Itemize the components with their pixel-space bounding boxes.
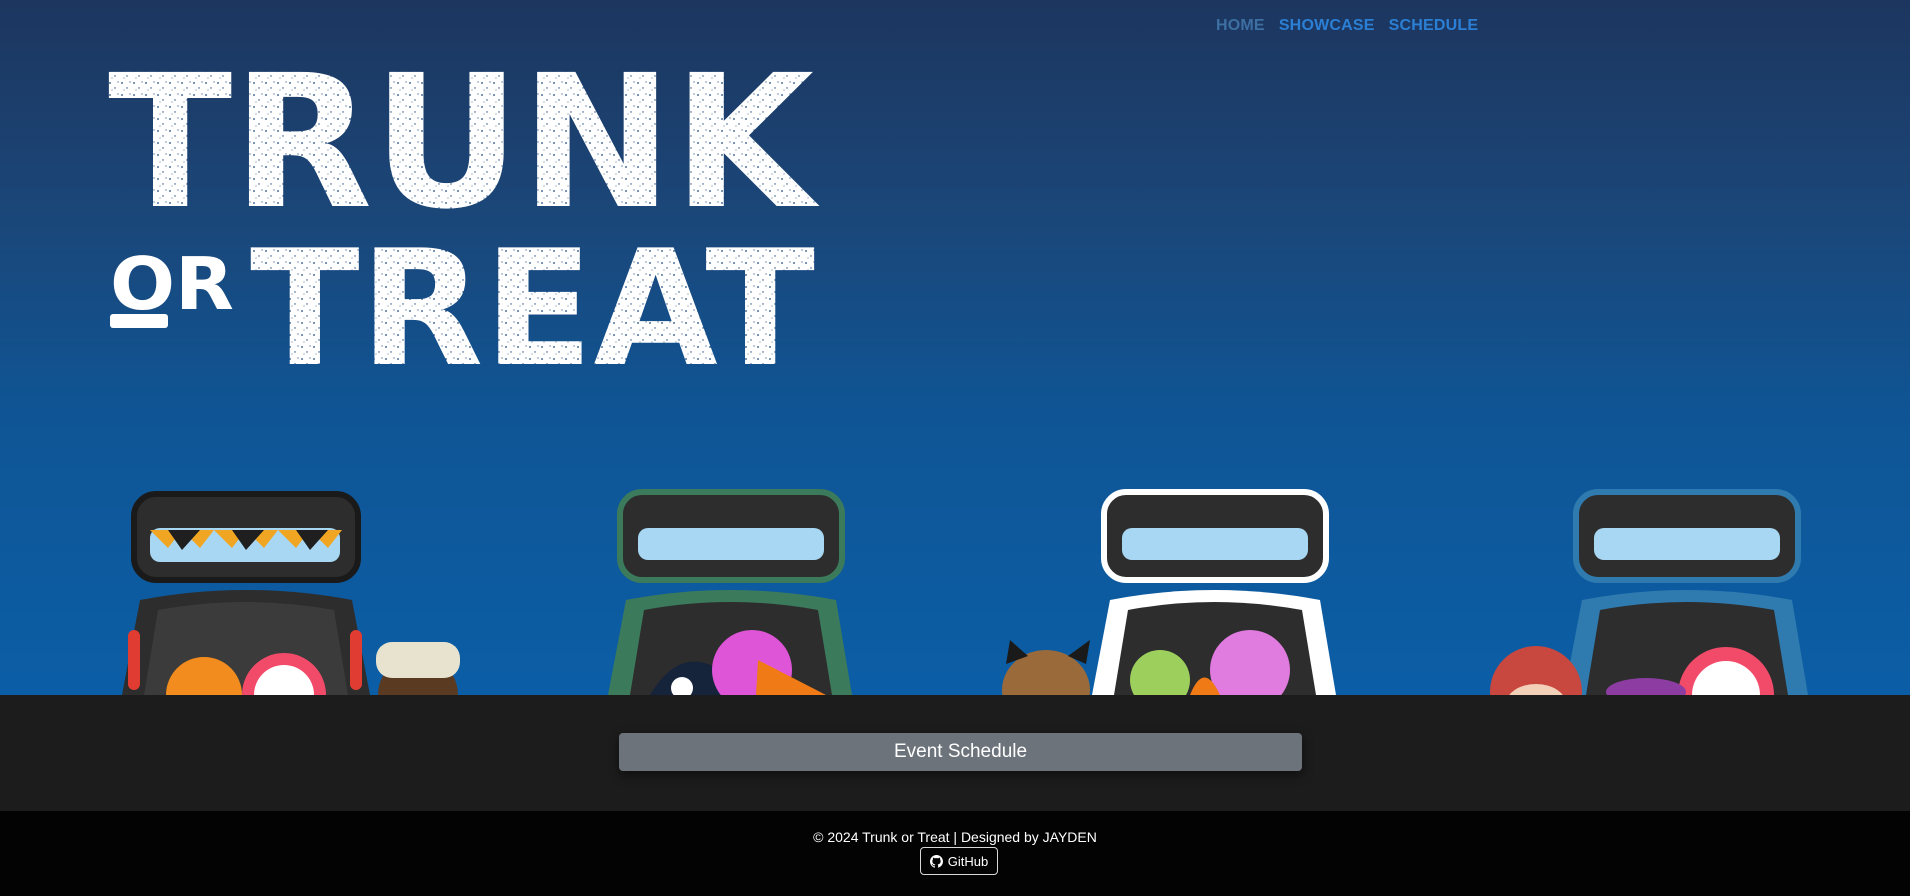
logo-or-underline [110, 314, 168, 328]
top-nav: HOME SHOWCASE SCHEDULE [1216, 17, 1478, 35]
logo-or: OR [110, 242, 234, 326]
footer-copyright: © 2024 Trunk or Treat | Designed by JAYD… [813, 829, 1097, 845]
car-white [1002, 489, 1336, 695]
github-label: GitHub [947, 853, 989, 869]
github-icon [929, 854, 943, 868]
nav-home[interactable]: HOME [1216, 17, 1265, 35]
car-green [608, 489, 852, 695]
hero-section: HOME SHOWCASE SCHEDULE TRUNK OR TREAT [0, 0, 1910, 695]
nav-schedule[interactable]: SCHEDULE [1389, 17, 1479, 35]
car-blue [1490, 489, 1808, 695]
cars-illustration [122, 489, 1808, 695]
logo-treat: TREAT [250, 215, 815, 372]
trunk-or-treat-logo: TRUNK OR TREAT [108, 56, 820, 372]
event-schedule-button[interactable]: Event Schedule [619, 733, 1302, 771]
github-button[interactable]: GitHub [920, 847, 998, 875]
car-black [122, 491, 460, 695]
nav-showcase[interactable]: SHOWCASE [1279, 17, 1375, 35]
footer: © 2024 Trunk or Treat | Designed by JAYD… [0, 811, 1910, 896]
schedule-section: Event Schedule [0, 695, 1910, 811]
